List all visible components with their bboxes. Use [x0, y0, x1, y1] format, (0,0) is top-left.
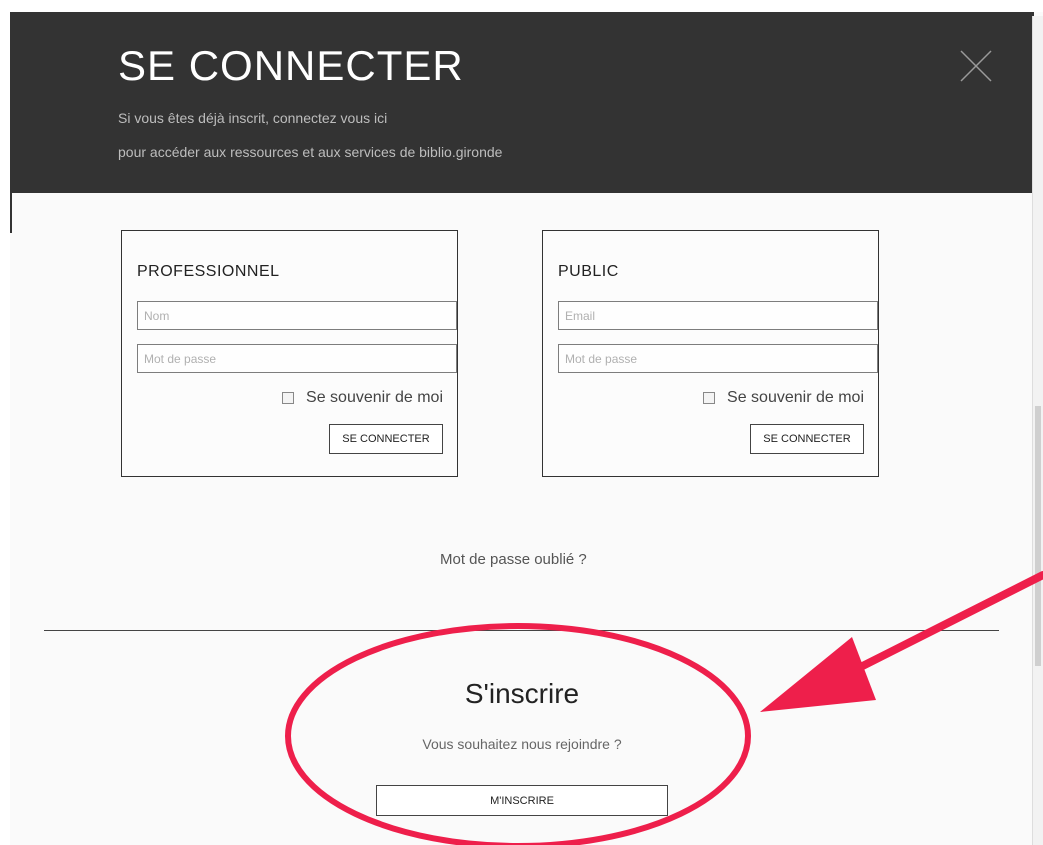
remember-me-label: Se souvenir de moi — [727, 389, 864, 406]
password-field[interactable] — [137, 344, 457, 373]
email-field[interactable] — [558, 301, 878, 330]
remember-me-option[interactable]: Se souvenir de moi — [703, 389, 864, 407]
public-title: PUBLIC — [558, 263, 619, 280]
name-field[interactable] — [137, 301, 457, 330]
modal-subtitle-line1: Si vous êtes déjà inscrit, connectez vou… — [118, 110, 388, 126]
register-button[interactable]: M'INSCRIRE — [376, 785, 668, 816]
scrollbar[interactable] — [1032, 16, 1043, 845]
divider — [44, 630, 999, 631]
professional-login-box: PROFESSIONNEL Se souvenir de moi SE CONN… — [121, 230, 458, 477]
professional-login-button[interactable]: SE CONNECTER — [329, 424, 443, 454]
register-subtitle: Vous souhaitez nous rejoindre ? — [422, 736, 622, 752]
modal-title: SE CONNECTER — [118, 42, 464, 89]
modal-header: SE CONNECTER Si vous êtes déjà inscrit, … — [10, 12, 1034, 193]
professional-title: PROFESSIONNEL — [137, 263, 280, 280]
public-login-box: PUBLIC Se souvenir de moi SE CONNECTER — [542, 230, 879, 477]
forgot-password-link[interactable]: Mot de passe oublié ? — [440, 551, 587, 568]
password-field[interactable] — [558, 344, 878, 373]
remember-me-label: Se souvenir de moi — [306, 389, 443, 406]
remember-me-option[interactable]: Se souvenir de moi — [282, 389, 443, 407]
scrollbar-thumb[interactable] — [1035, 406, 1041, 666]
remember-me-checkbox[interactable] — [282, 392, 295, 404]
register-title: S'inscrire — [464, 678, 580, 709]
login-modal: SE CONNECTER Si vous êtes déjà inscrit, … — [10, 12, 1043, 845]
public-login-button[interactable]: SE CONNECTER — [750, 424, 864, 454]
remember-me-checkbox[interactable] — [703, 392, 716, 404]
header-edge — [10, 193, 12, 233]
close-icon[interactable] — [956, 46, 996, 86]
modal-subtitle-line2: pour accéder aux ressources et aux servi… — [118, 144, 503, 160]
